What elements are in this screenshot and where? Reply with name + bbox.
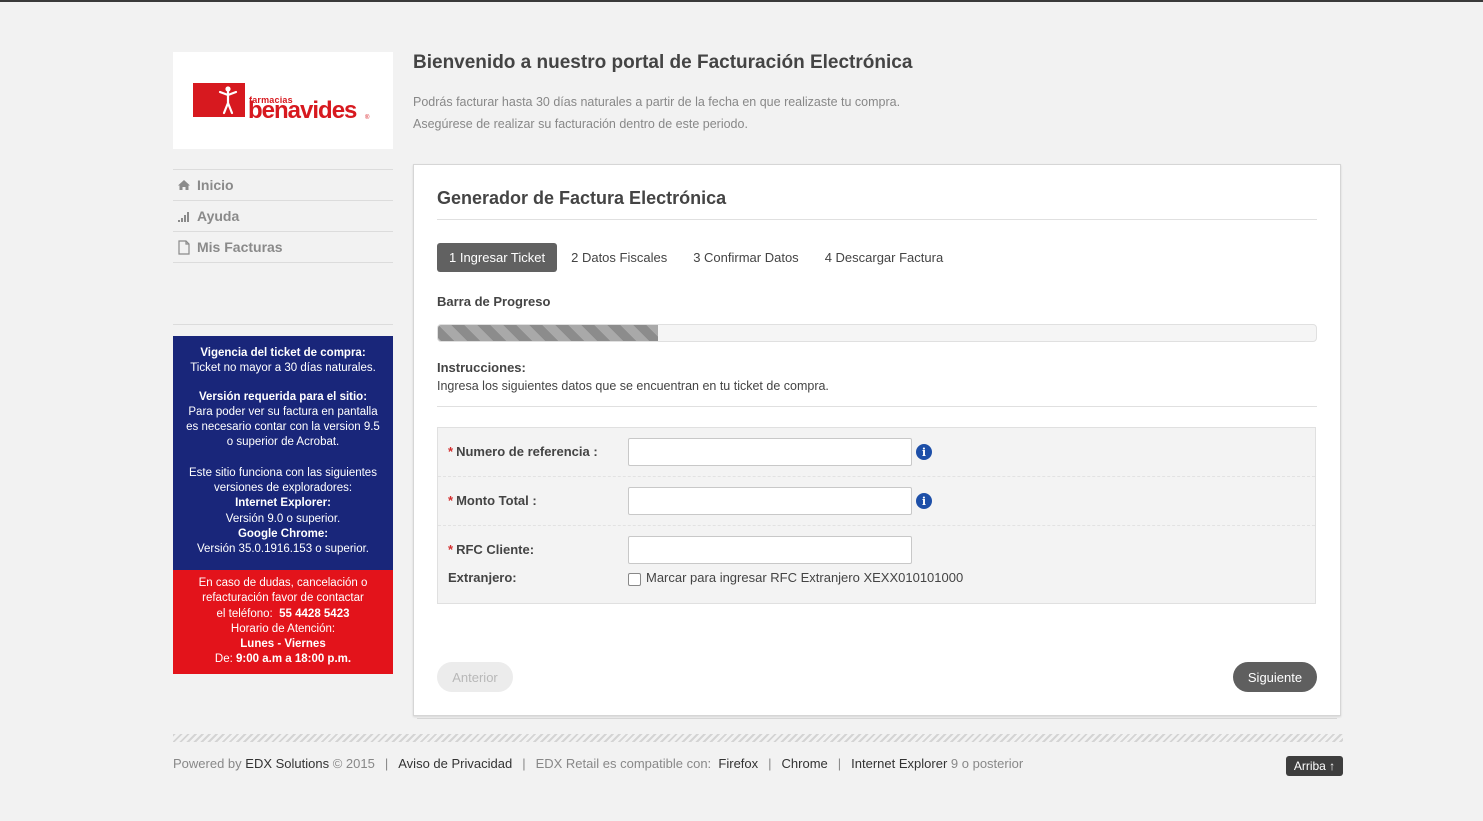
page-title: Bienvenido a nuestro portal de Facturaci…: [413, 52, 913, 73]
nav-item-label: Inicio: [197, 177, 234, 193]
step-confirmar-datos[interactable]: 3 Confirmar Datos: [681, 243, 810, 272]
ie-title: Internet Explorer:: [235, 497, 331, 510]
wizard-steps: 1 Ingresar Ticket 2 Datos Fiscales 3 Con…: [437, 243, 957, 272]
step-ingresar-ticket[interactable]: 1 Ingresar Ticket: [437, 243, 558, 272]
extranjero-label: Extranjero:: [448, 570, 517, 585]
back-to-top-button[interactable]: Arriba ↑: [1286, 756, 1343, 776]
step-datos-fiscales[interactable]: 2 Datos Fiscales: [559, 243, 679, 272]
schedule-days: Lunes - Viernes: [240, 638, 326, 651]
chrome-title: Google Chrome:: [237, 527, 329, 540]
card-title: Generador de Factura Electrónica: [437, 188, 727, 208]
logo: farmacias benavides ®: [173, 52, 393, 149]
progress-fill: [438, 325, 658, 341]
instructions-title: Instrucciones:: [437, 360, 526, 375]
extranjero-checkbox[interactable]: [628, 573, 641, 586]
signal-bars-icon: [176, 208, 192, 224]
nav-item-ayuda[interactable]: Ayuda: [173, 200, 393, 231]
progress-bar: [437, 324, 1317, 342]
browsers-line-1: Este sitio funciona con las siguientes: [189, 466, 377, 479]
schedule-title: Horario de Atención:: [230, 622, 336, 635]
card-divider: [437, 219, 1317, 220]
compat-text: EDX Retail es compatible con:: [535, 756, 712, 771]
instructions-text: Ingresa los siguientes datos que se encu…: [437, 379, 829, 393]
vigencia-text: Ticket no mayor a 30 días naturales.: [190, 362, 376, 375]
required-mark: *: [448, 493, 454, 508]
step-descargar-factura[interactable]: 4 Descargar Factura: [813, 243, 956, 272]
chrome-version: Versión 35.0.1916.153 o superior.: [197, 543, 369, 556]
ie-version: Versión 9.0 o superior.: [225, 512, 341, 525]
rfc-label: * RFC Cliente:: [448, 542, 535, 557]
referencia-label: * Numero de referencia :: [448, 444, 598, 459]
rfc-input[interactable]: [628, 536, 912, 564]
version-line-1: Para poder ver su factura en pantalla: [188, 405, 378, 418]
home-icon: [176, 177, 192, 193]
monto-input[interactable]: [628, 487, 912, 515]
required-mark: *: [448, 542, 454, 557]
row-divider: [438, 476, 1315, 477]
nav-divider: [173, 262, 393, 263]
sidebar-divider: [173, 324, 393, 325]
logo-mark: [193, 83, 245, 117]
header-subtitle-2: Asegúrese de realizar su facturación den…: [413, 117, 748, 131]
schedule-prefix: De:: [214, 653, 233, 666]
contact-phone: 55 4428 5423: [279, 607, 350, 620]
next-button[interactable]: Siguiente: [1233, 662, 1317, 692]
monto-info-icon[interactable]: i: [916, 493, 932, 509]
chrome-link[interactable]: Chrome: [782, 756, 828, 771]
version-title: Versión requerida para el sitio:: [198, 390, 368, 403]
referencia-info-icon[interactable]: i: [916, 444, 932, 460]
powered-year: © 2015: [332, 756, 375, 771]
extranjero-checkbox-label[interactable]: Marcar para ingresar RFC Extranjero XEXX…: [646, 570, 963, 585]
ie-link[interactable]: Internet Explorer: [851, 756, 947, 771]
side-nav: Inicio Ayuda Mis Facturas: [173, 169, 393, 263]
ie-suffix: 9 o posterior: [950, 756, 1024, 771]
nav-item-mis-facturas[interactable]: Mis Facturas: [173, 231, 393, 262]
contact-line-3: el teléfono:: [216, 607, 273, 620]
footer-divider: [173, 734, 1343, 742]
footer: Powered by EDX Solutions © 2015 | Aviso …: [173, 756, 1023, 771]
instructions-divider: [437, 406, 1317, 407]
vigencia-title: Vigencia del ticket de compra:: [200, 347, 366, 359]
browsers-line-2: versiones de exploradores:: [213, 482, 353, 495]
previous-button[interactable]: Anterior: [437, 662, 513, 692]
powered-company: EDX Solutions: [245, 756, 330, 771]
nav-item-inicio[interactable]: Inicio: [173, 169, 393, 200]
privacy-link[interactable]: Aviso de Privacidad: [398, 756, 512, 771]
powered-prefix: Powered by: [173, 756, 242, 771]
contact-line-1: En caso de dudas, cancelación o: [198, 577, 368, 589]
referencia-input[interactable]: [628, 438, 912, 466]
version-line-3: o superior de Acrobat.: [226, 436, 340, 449]
card-bottom-edge: [417, 716, 1337, 719]
version-line-2: es necesario contar con la version 9.5: [186, 421, 380, 434]
required-mark: *: [448, 444, 454, 459]
contact-line-2: refacturación favor de contactar: [202, 592, 364, 605]
footer-separator: |: [837, 756, 842, 771]
row-divider: [438, 525, 1315, 526]
requirements-panel: Vigencia del ticket de compra: Ticket no…: [173, 336, 393, 570]
footer-separator: |: [384, 756, 389, 771]
firefox-link[interactable]: Firefox: [718, 756, 758, 771]
schedule-hours: 9:00 a.m a 18:00 p.m.: [236, 653, 352, 666]
nav-item-label: Mis Facturas: [197, 239, 283, 255]
nav-item-label: Ayuda: [197, 208, 240, 224]
document-icon: [176, 239, 192, 255]
logo-registered: ®: [365, 115, 370, 121]
logo-wordmark: benavides: [248, 97, 357, 124]
footer-separator: |: [522, 756, 526, 771]
progress-label: Barra de Progreso: [437, 294, 551, 309]
ticket-form: * Numero de referencia : i * Monto Total :…: [437, 427, 1316, 604]
monto-label: * Monto Total :: [448, 493, 537, 508]
header-subtitle-1: Podrás facturar hasta 30 días naturales …: [413, 95, 901, 109]
footer-separator: |: [768, 756, 772, 771]
contact-panel: En caso de dudas, cancelación o refactur…: [173, 570, 393, 674]
